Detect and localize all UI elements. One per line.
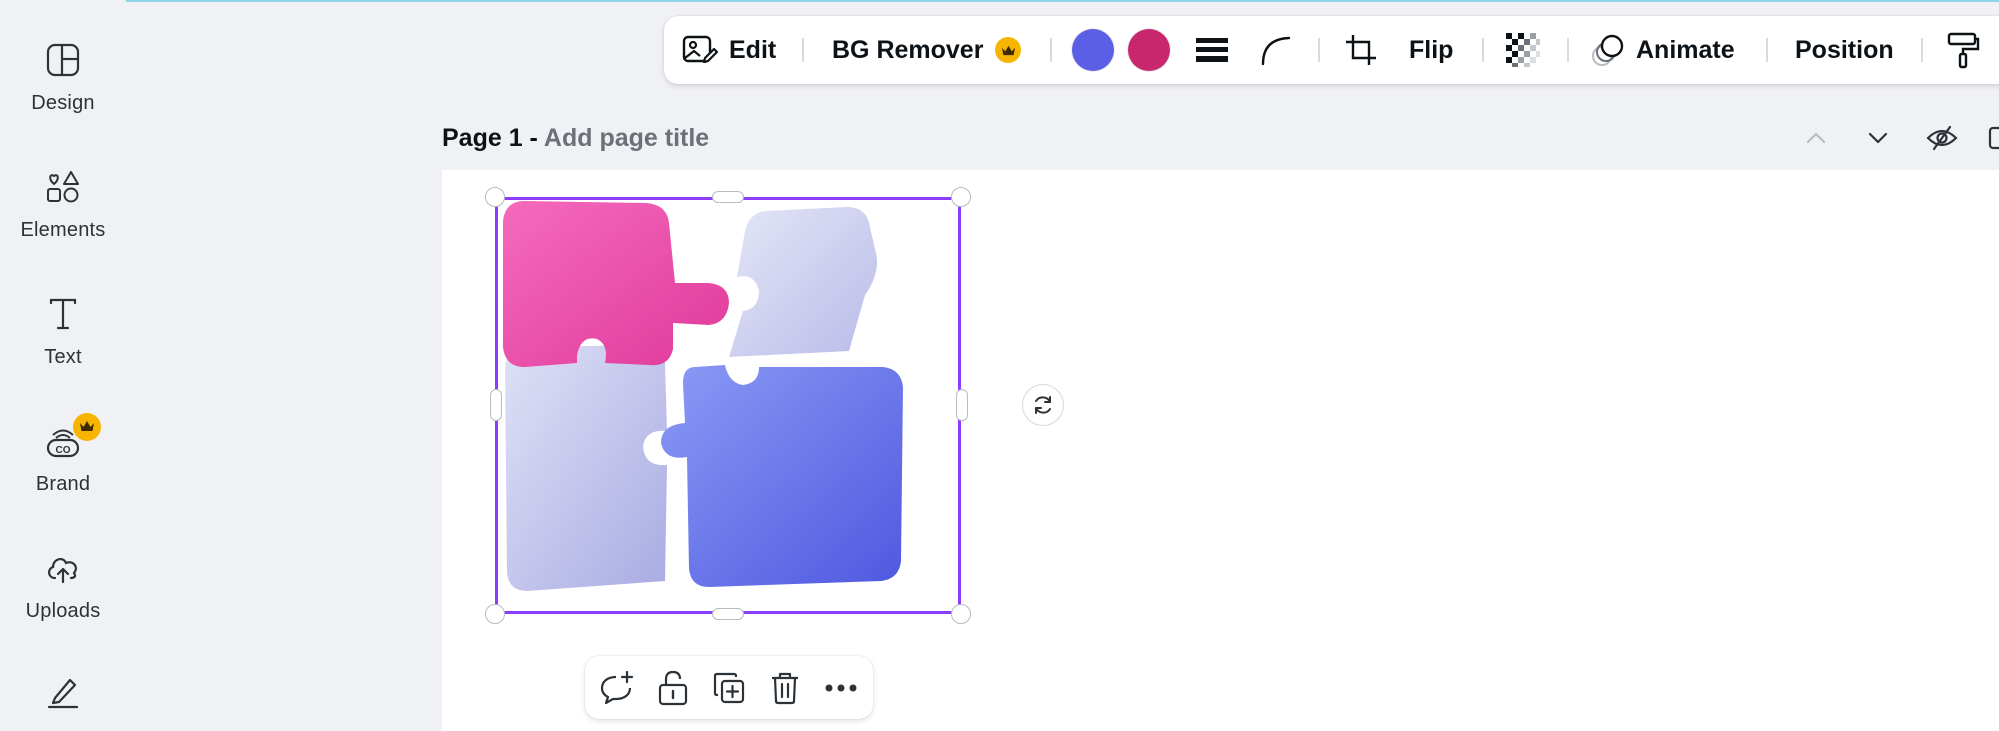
sidebar-item-label: Brand xyxy=(35,473,91,495)
left-sidebar: Design Elements Text CO Brand Uploads xyxy=(0,0,126,731)
color-swatch-pink[interactable] xyxy=(1128,29,1170,71)
comment-button[interactable] xyxy=(597,668,637,708)
unlock-icon xyxy=(658,670,688,706)
toolbar-divider xyxy=(1567,38,1569,62)
toolbar-divider xyxy=(1050,38,1052,62)
crown-icon xyxy=(1001,45,1015,55)
corner-radius-icon xyxy=(1261,36,1291,66)
resize-handle-bottom-left[interactable] xyxy=(485,604,505,624)
crown-icon xyxy=(80,421,94,431)
svg-text:CO: CO xyxy=(56,445,71,456)
toolbar-divider xyxy=(1482,38,1484,62)
shapes-icon xyxy=(47,171,79,203)
trash-icon xyxy=(772,672,798,705)
more-options-button[interactable] xyxy=(821,668,861,708)
color-swatch-blue[interactable] xyxy=(1072,29,1114,71)
rotate-handle[interactable] xyxy=(1022,384,1064,426)
sidebar-item-brand[interactable]: CO Brand xyxy=(0,413,126,496)
sidebar-item-uploads[interactable]: Uploads xyxy=(0,550,126,623)
text-icon xyxy=(49,298,77,330)
resize-handle-right[interactable] xyxy=(956,389,968,421)
toolbar-divider xyxy=(1921,38,1923,62)
position-button[interactable]: Position xyxy=(1795,16,1894,84)
chevron-up-icon[interactable] xyxy=(1802,124,1830,152)
element-context-toolbar xyxy=(585,656,873,719)
add-comment-icon xyxy=(600,670,634,705)
resize-handle-top-left[interactable] xyxy=(485,187,505,207)
resize-handle-bottom[interactable] xyxy=(712,608,744,620)
chevron-down-icon[interactable] xyxy=(1864,124,1892,152)
crop-icon xyxy=(1346,35,1376,65)
page-options-icon[interactable] xyxy=(1988,124,1999,152)
transparency-button[interactable] xyxy=(1506,16,1540,84)
element-toolbar: Edit BG Remover Flip Animate Position xyxy=(664,16,1999,84)
delete-button[interactable] xyxy=(765,668,805,708)
duplicate-icon xyxy=(713,672,745,704)
copy-style-button[interactable] xyxy=(1946,16,1980,84)
paint-roller-icon xyxy=(1947,32,1980,69)
flip-label: Flip xyxy=(1409,35,1454,64)
edit-label: Edit xyxy=(729,35,777,64)
sidebar-item-draw[interactable] xyxy=(0,674,126,710)
border-style-button[interactable] xyxy=(1196,16,1228,84)
page-title-input[interactable]: Add page title xyxy=(544,124,709,152)
border-weight-icon xyxy=(1196,38,1228,62)
toolbar-divider xyxy=(1766,38,1768,62)
page-title: Page 1 - Add page title xyxy=(442,124,709,153)
animate-label: Animate xyxy=(1636,35,1735,64)
corner-rounding-button[interactable] xyxy=(1260,16,1292,84)
crop-button[interactable] xyxy=(1344,16,1378,84)
animate-icon xyxy=(1592,34,1624,66)
resize-handle-bottom-right[interactable] xyxy=(951,604,971,624)
flip-button[interactable]: Flip xyxy=(1409,16,1453,84)
resize-handle-top[interactable] xyxy=(712,191,744,203)
position-label: Position xyxy=(1795,35,1894,64)
top-accent-line xyxy=(0,0,1999,2)
layout-icon xyxy=(46,43,80,77)
resize-handle-top-right[interactable] xyxy=(951,187,971,207)
sidebar-item-design[interactable]: Design xyxy=(0,42,126,115)
premium-crown-badge xyxy=(995,37,1022,63)
sidebar-item-elements[interactable]: Elements xyxy=(0,169,126,242)
sidebar-item-label: Uploads xyxy=(25,600,101,622)
edit-button[interactable]: Edit xyxy=(681,16,776,84)
lock-button[interactable] xyxy=(653,668,693,708)
edit-image-icon xyxy=(682,35,719,64)
rotate-icon xyxy=(1035,396,1051,414)
sidebar-item-label: Design xyxy=(31,92,95,114)
bg-remover-label: BG Remover xyxy=(832,35,984,64)
toolbar-divider xyxy=(1318,38,1320,62)
page-number-label: Page 1 - xyxy=(442,124,538,152)
cloud-upload-icon xyxy=(48,557,77,584)
selection-frame xyxy=(495,197,961,614)
duplicate-button[interactable] xyxy=(709,668,749,708)
draw-icon xyxy=(47,678,79,709)
animate-button[interactable]: Animate xyxy=(1590,16,1735,84)
premium-crown-badge xyxy=(73,413,101,441)
sidebar-item-label: Elements xyxy=(20,219,106,241)
sidebar-item-text[interactable]: Text xyxy=(0,296,126,369)
toolbar-divider xyxy=(802,38,804,62)
more-icon xyxy=(825,684,857,692)
bg-remover-button[interactable]: BG Remover xyxy=(832,16,1022,84)
sidebar-item-label: Text xyxy=(44,346,82,368)
hide-page-icon[interactable] xyxy=(1926,124,1958,152)
transparency-icon xyxy=(1506,33,1540,67)
resize-handle-left[interactable] xyxy=(490,389,502,421)
